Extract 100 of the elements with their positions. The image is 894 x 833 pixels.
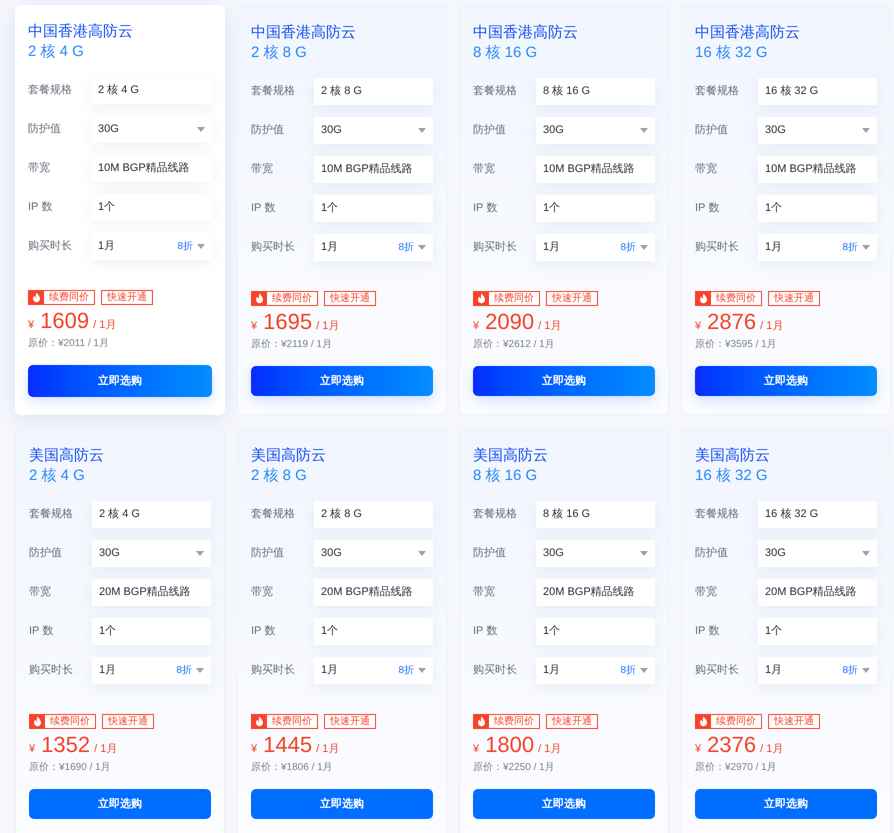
field-label: 防护值	[695, 122, 729, 138]
discount-label: 8折	[842, 241, 858, 255]
buy-button[interactable]: 立即选购	[28, 365, 212, 397]
caret-icon	[640, 245, 648, 250]
field-label: 防护值	[251, 546, 285, 562]
field-label: 购买时长	[473, 240, 518, 256]
buy-button[interactable]: 立即选购	[251, 789, 433, 819]
buy-button[interactable]: 立即选购	[251, 366, 433, 396]
price-amount: 1695	[263, 310, 312, 334]
field-label: IP 数	[28, 200, 54, 216]
buy-button[interactable]: 立即选购	[695, 789, 877, 819]
field-label: 防护值	[473, 122, 507, 138]
field-label: 防护值	[473, 546, 507, 562]
value-display: 8 核 16 G	[536, 501, 655, 528]
caret-icon	[640, 668, 648, 673]
price-amount: 1445	[263, 733, 312, 757]
discount-label: 8折	[177, 240, 193, 254]
field-label: 套餐规格	[695, 507, 740, 522]
caret-icon	[197, 127, 205, 132]
field-label: IP 数	[695, 624, 720, 640]
card-spec: 16 核 32 G	[695, 43, 769, 63]
field-label: 套餐规格	[251, 84, 296, 100]
buy-button[interactable]: 立即选购	[29, 789, 211, 819]
price-period: / 1月	[316, 742, 340, 757]
original-price: 原价：¥1690 / 1月	[29, 761, 112, 775]
currency-symbol: ¥	[695, 742, 702, 757]
value-display: 1个	[92, 618, 211, 645]
field-label: 带宽	[28, 160, 51, 176]
dropdown[interactable]: 1月 8折	[758, 234, 877, 261]
dropdown[interactable]: 30G	[758, 540, 877, 567]
value-display: 10M BGP精品线路	[536, 156, 655, 183]
caret-icon	[196, 551, 204, 556]
caret-icon	[862, 668, 870, 673]
dropdown[interactable]: 30G	[92, 540, 211, 567]
field-label: 套餐规格	[473, 84, 518, 100]
card-title: 中国香港高防云	[251, 23, 357, 43]
value-display: 1个	[91, 194, 212, 221]
price-period: / 1月	[760, 742, 784, 757]
dropdown[interactable]: 1月 8折	[536, 234, 655, 261]
value-display: 20M BGP精品线路	[536, 579, 655, 606]
dropdown[interactable]: 30G	[536, 540, 655, 567]
dropdown[interactable]: 30G	[91, 116, 212, 143]
field-label: 带宽	[251, 584, 274, 600]
field-label: 防护值	[251, 122, 285, 138]
price-period: / 1月	[538, 319, 562, 334]
tag-label: 续费同价	[493, 292, 535, 305]
dropdown[interactable]: 30G	[314, 540, 433, 567]
dropdown[interactable]: 30G	[314, 117, 433, 144]
value-display: 10M BGP精品线路	[758, 156, 877, 183]
dropdown[interactable]: 1月 8折	[314, 657, 433, 684]
field-label: 带宽	[29, 584, 52, 600]
tag-label: 续费同价	[715, 292, 757, 305]
value-display: 20M BGP精品线路	[92, 579, 211, 606]
tag-label: 续费同价	[48, 291, 90, 304]
dropdown[interactable]: 30G	[536, 117, 655, 144]
promo-tag: 快速开通	[768, 714, 820, 729]
buy-button[interactable]: 立即选购	[473, 789, 655, 819]
dropdown[interactable]: 1月 8折	[314, 234, 433, 261]
value-display: 2 核 4 G	[91, 77, 212, 104]
dropdown[interactable]: 1月 8折	[91, 233, 212, 260]
field-label: 套餐规格	[29, 507, 74, 522]
original-price: 原价：¥3595 / 1月	[695, 338, 778, 352]
field-label: 带宽	[695, 584, 718, 600]
field-label: 购买时长	[473, 663, 518, 678]
card-spec: 2 核 8 G	[251, 466, 308, 486]
dropdown[interactable]: 1月 8折	[536, 657, 655, 684]
dropdown[interactable]: 30G	[758, 117, 877, 144]
value-display: 10M BGP精品线路	[91, 155, 212, 182]
field-label: 购买时长	[695, 663, 740, 678]
currency-symbol: ¥	[251, 742, 258, 757]
discount-label: 8折	[842, 664, 858, 678]
caret-icon	[197, 244, 205, 249]
original-price: 原价：¥2970 / 1月	[695, 761, 778, 775]
card-title: 美国高防云	[695, 446, 771, 466]
field-label: 防护值	[29, 546, 63, 562]
field-label: 购买时长	[28, 239, 73, 254]
price-amount: 1609	[40, 309, 90, 333]
value-display: 1个	[758, 195, 877, 222]
buy-button[interactable]: 立即选购	[473, 366, 655, 396]
dropdown[interactable]: 1月 8折	[92, 657, 211, 684]
price-amount: 2876	[707, 310, 756, 334]
value-display: 16 核 32 G	[758, 501, 877, 528]
field-label: 带宽	[251, 162, 274, 178]
dropdown[interactable]: 1月 8折	[758, 657, 877, 684]
caret-icon	[418, 551, 426, 556]
currency-symbol: ¥	[473, 742, 480, 757]
buy-button[interactable]: 立即选购	[695, 366, 877, 396]
value-display: 20M BGP精品线路	[758, 579, 877, 606]
card-spec: 8 核 16 G	[473, 466, 538, 486]
card-spec: 16 核 32 G	[695, 466, 769, 486]
price-amount: 1352	[41, 733, 90, 757]
price-amount: 2090	[485, 310, 534, 334]
card-title: 美国高防云	[29, 446, 105, 466]
discount-label: 8折	[176, 664, 192, 678]
value-display: 20M BGP精品线路	[314, 579, 433, 606]
original-price: 原价：¥1806 / 1月	[251, 761, 334, 775]
value-display: 10M BGP精品线路	[314, 156, 433, 183]
caret-icon	[196, 668, 204, 673]
original-price: 原价：¥2011 / 1月	[28, 337, 110, 351]
currency-symbol: ¥	[29, 742, 36, 757]
